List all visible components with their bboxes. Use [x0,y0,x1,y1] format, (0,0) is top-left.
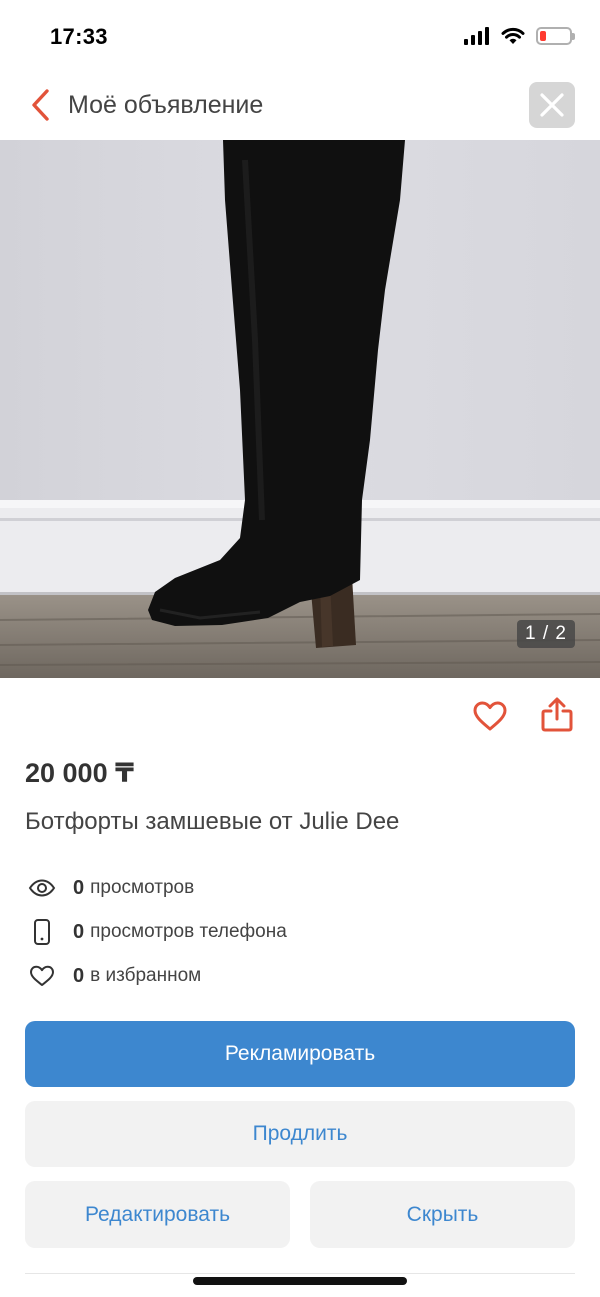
photo-counter: 1 / 2 [517,620,575,648]
chevron-left-icon [32,89,49,121]
home-indicator[interactable] [193,1277,407,1285]
divider [25,1273,575,1274]
status-time: 17:33 [50,24,108,49]
stat-phone-views: 0 просмотров телефона [25,917,287,947]
prolong-button[interactable]: Продлить [25,1101,575,1167]
close-button[interactable] [529,82,575,128]
stat-favorites-count: 0 [73,964,85,987]
stat-favorites-label: в избранном [90,965,202,986]
stat-views: 0 просмотров [25,873,194,903]
close-icon [540,93,564,117]
signal-icon [464,27,490,45]
favorite-button[interactable] [470,696,510,736]
back-button[interactable] [20,85,60,125]
stat-phone-views-label: просмотров телефона [90,921,287,942]
eye-icon [25,873,59,903]
nav-bar: Моё объявление [0,75,600,139]
page-title: Моё объявление [68,91,264,119]
stat-phone-views-count: 0 [73,920,85,943]
listing-price: 20 000 ₸ [25,758,134,788]
phone-icon [25,917,59,947]
stat-views-label: просмотров [90,877,195,898]
heart-icon [25,961,59,991]
stat-favorites: 0 в избранном [25,961,201,991]
product-photo[interactable]: 1 / 2 [0,140,600,678]
battery-low-icon [536,27,575,45]
listing-title: Ботфорты замшевые от Julie Dee [25,808,400,835]
edit-button[interactable]: Редактировать [25,1181,290,1248]
status-bar: 17:33 [0,0,600,75]
share-icon [541,697,573,732]
hide-button[interactable]: Скрыть [310,1181,575,1248]
stat-views-count: 0 [73,876,85,899]
share-button[interactable] [536,694,578,736]
wifi-icon [501,27,525,44]
boot-image [0,140,600,678]
heart-outline-icon [473,701,507,731]
promote-button[interactable]: Рекламировать [25,1021,575,1087]
status-icons [464,26,575,46]
